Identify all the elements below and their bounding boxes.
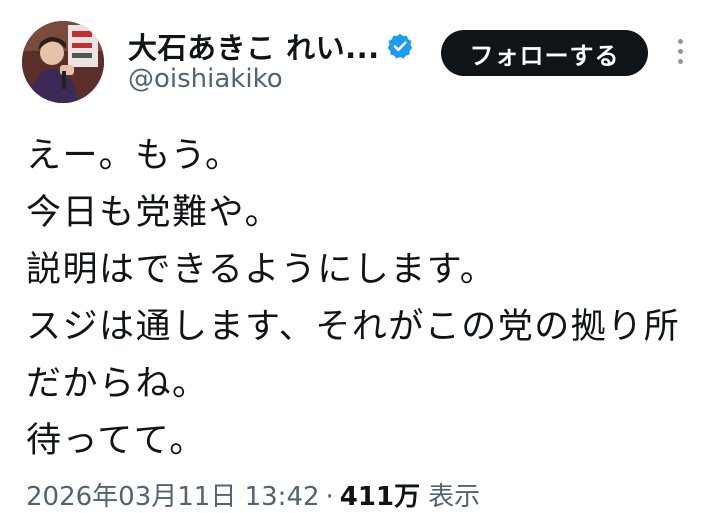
more-vertical-icon[interactable] <box>670 36 690 72</box>
tweet-text-line: 待ってて。 <box>26 421 206 461</box>
views-count[interactable]: 411万 <box>340 476 420 513</box>
follow-button[interactable]: フォローする <box>441 30 648 76</box>
tweet-text-line: スジは通します、それがこの党の拠り所 <box>26 307 681 347</box>
tweet-text-line: えー。もう。 <box>26 136 242 176</box>
author-handle[interactable]: @oishiakiko <box>128 64 283 94</box>
meta-separator: · <box>325 482 334 512</box>
tweet-timestamp[interactable]: 2026年03月11日 13:42 <box>26 476 320 513</box>
tweet-text-line: 説明はできるようにします。 <box>26 250 497 290</box>
avatar[interactable] <box>22 21 104 103</box>
tweet-text-line: 今日も党難や。 <box>26 193 282 233</box>
tweet-text-line: だからね。 <box>26 364 209 404</box>
display-name[interactable]: 大石あきこ れい... <box>128 25 380 67</box>
tweet-meta: 2026年03月11日 13:42 · 411万 表示 <box>26 476 480 513</box>
tweet-card: 大石あきこ れい... @oishiakiko フォローする えー。もう。 今日… <box>0 0 720 513</box>
tweet-text: えー。もう。 今日も党難や。 説明はできるようにします。 スジは通します、それが… <box>26 128 696 470</box>
author-name-row: 大石あきこ れい... <box>128 26 414 66</box>
views-label: 表示 <box>428 482 481 512</box>
verified-badge-icon <box>386 32 414 60</box>
